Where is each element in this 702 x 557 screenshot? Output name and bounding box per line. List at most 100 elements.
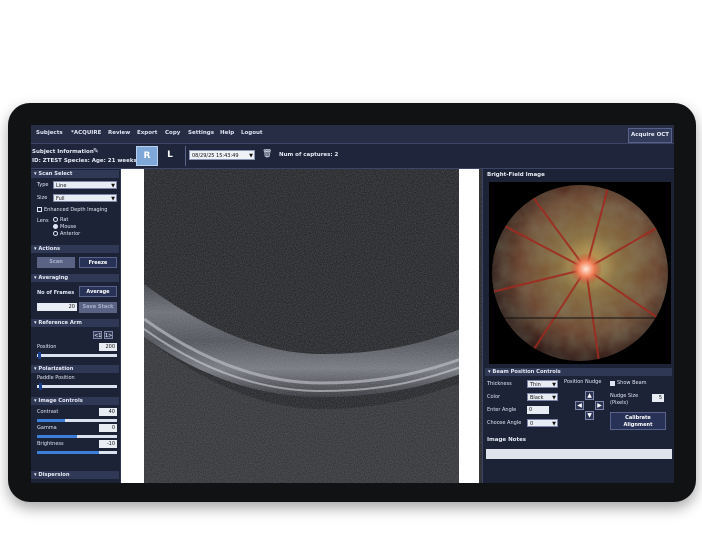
color-value: Black <box>530 395 544 401</box>
menu-help[interactable]: Help <box>220 130 234 136</box>
actions-header[interactable]: ▾ Actions <box>31 245 119 253</box>
enter-angle-input[interactable]: 0 <box>527 406 549 414</box>
nudge-size-input[interactable]: 5 <box>652 394 664 402</box>
oct-frame-right <box>459 169 479 483</box>
thickness-select[interactable]: Thin ▼ <box>527 380 558 388</box>
show-beam-checkbox[interactable] <box>610 381 615 386</box>
brightness-input[interactable]: -10 <box>99 440 117 448</box>
position-input[interactable]: 200 <box>99 343 117 351</box>
type-label: Type <box>37 182 49 188</box>
chevron-down-icon: ▼ <box>552 395 556 401</box>
beam-controls-title: Beam Position Controls <box>492 369 561 375</box>
ref-decrease-button[interactable]: <1 <box>93 331 102 339</box>
oct-frame-left <box>121 169 144 483</box>
polarization-title: Polarization <box>38 366 74 372</box>
calibrate-alignment-button[interactable]: Calibrate Alignment <box>610 412 666 430</box>
oct-bscan-viewer[interactable] <box>121 169 482 483</box>
beam-controls-header[interactable]: ▾ Beam Position Controls <box>485 368 672 376</box>
gamma-slider-fill <box>37 435 77 438</box>
image-notes-input[interactable] <box>486 449 672 459</box>
nudge-down-button[interactable]: ▼ <box>585 411 594 420</box>
thickness-label: Thickness <box>487 381 512 387</box>
position-slider-thumb[interactable] <box>38 352 41 359</box>
lens-mouse-label: Mouse <box>60 224 77 230</box>
brightness-slider-fill <box>37 451 99 454</box>
image-controls-title: Image Controls <box>38 398 83 404</box>
image-controls-header[interactable]: ▾ Image Controls <box>31 397 119 405</box>
nudge-left-button[interactable]: ◀ <box>575 401 584 410</box>
type-value: Line <box>56 183 67 189</box>
average-button[interactable]: Average <box>79 286 117 297</box>
lens-anterior-radio[interactable] <box>53 231 58 236</box>
scan-button[interactable]: Scan <box>37 257 75 268</box>
menu-settings[interactable]: Settings <box>188 130 214 136</box>
menu-logout[interactable]: Logout <box>241 130 263 136</box>
paddle-slider-thumb[interactable] <box>39 383 42 390</box>
ref-increase-button[interactable]: 1> <box>104 331 113 339</box>
thickness-value: Thin <box>530 382 541 388</box>
menu-bar: Subjects *ACQUIRE Review Export Copy Set… <box>31 125 674 144</box>
choose-angle-select[interactable]: 0 ▼ <box>527 419 558 427</box>
reference-arm-title: Reference Arm <box>38 320 82 326</box>
divider <box>185 146 186 166</box>
app-screen: Subjects *ACQUIRE Review Export Copy Set… <box>31 125 674 483</box>
edi-checkbox[interactable] <box>37 207 42 212</box>
menu-acquire[interactable]: *ACQUIRE <box>71 130 101 136</box>
menu-copy[interactable]: Copy <box>165 130 180 136</box>
subject-bar: Subject Information ✎ ID: ZTEST Species:… <box>31 144 674 169</box>
contrast-input[interactable]: 40 <box>99 408 117 416</box>
trash-icon[interactable]: 🗑 <box>262 149 272 158</box>
position-slider-track[interactable] <box>37 354 117 357</box>
eye-right-button[interactable]: R <box>136 146 158 166</box>
freeze-button[interactable]: Freeze <box>79 257 117 268</box>
capture-date-value: 08/29/25 15:43:49 <box>192 153 239 159</box>
chevron-down-icon: ▼ <box>249 153 253 159</box>
dispersion-header[interactable]: ▾ Dispersion <box>31 471 119 479</box>
frames-input[interactable]: 20 <box>37 303 77 311</box>
type-select[interactable]: Line ▼ <box>53 181 117 189</box>
lens-rat-label: Rat <box>60 217 69 223</box>
show-beam-label: Show Beam <box>617 380 647 386</box>
reference-arm-header[interactable]: ▾ Reference Arm <box>31 319 119 327</box>
fundus-image <box>489 182 671 364</box>
lens-rat-radio[interactable] <box>53 217 58 222</box>
nudge-up-button[interactable]: ▲ <box>585 391 594 400</box>
scan-select-header[interactable]: ▾ Scan Select <box>31 170 119 178</box>
contrast-slider-fill <box>37 419 65 422</box>
gamma-label: Gamma <box>37 425 57 431</box>
left-control-panel: ▾ Scan Select Type Line ▼ Size Full ▼ Enha… <box>31 169 121 483</box>
averaging-header[interactable]: ▾ Averaging <box>31 274 119 282</box>
enter-angle-label: Enter Angle <box>487 407 517 413</box>
scan-select-title: Scan Select <box>38 171 73 177</box>
pencil-icon[interactable]: ✎ <box>93 147 99 155</box>
paddle-label: Paddle Position <box>37 375 75 381</box>
menu-review[interactable]: Review <box>108 130 130 136</box>
fundus-image-frame[interactable] <box>489 182 671 364</box>
gamma-input[interactable]: 0 <box>99 424 117 432</box>
capture-date-select[interactable]: 08/29/25 15:43:49 ▼ <box>189 150 255 160</box>
choose-angle-value: 0 <box>530 421 534 427</box>
nudge-right-button[interactable]: ▶ <box>595 401 604 410</box>
save-stack-button[interactable]: Save Stack <box>79 302 117 313</box>
oct-bscan-image <box>121 169 482 483</box>
acquire-oct-button[interactable]: Acquire OCT <box>628 128 672 143</box>
brightness-label: Brightness <box>37 441 64 447</box>
size-value: Full <box>56 196 65 202</box>
chevron-down-icon: ▼ <box>552 382 556 388</box>
position-label: Position <box>37 344 57 350</box>
eye-left-button[interactable]: L <box>161 146 179 164</box>
menu-export[interactable]: Export <box>137 130 157 136</box>
chevron-down-icon: ▼ <box>111 196 115 202</box>
menu-subjects[interactable]: Subjects <box>36 130 63 136</box>
size-select[interactable]: Full ▼ <box>53 194 117 202</box>
bright-field-title: Bright-Field Image <box>487 172 545 178</box>
right-panel: Bright-Field Image ▾ Beam Position Contr… <box>482 169 674 483</box>
lens-anterior-label: Anterior <box>60 231 81 237</box>
paddle-slider-track[interactable] <box>37 385 117 388</box>
subject-details: ID: ZTEST Species: Age: 21 weeks <box>32 158 137 164</box>
color-select[interactable]: Black ▼ <box>527 393 558 401</box>
chevron-down-icon: ▼ <box>552 421 556 427</box>
lens-mouse-radio[interactable] <box>53 224 58 229</box>
subject-title: Subject Information <box>32 149 94 155</box>
polarization-header[interactable]: ▾ Polarization <box>31 365 119 373</box>
